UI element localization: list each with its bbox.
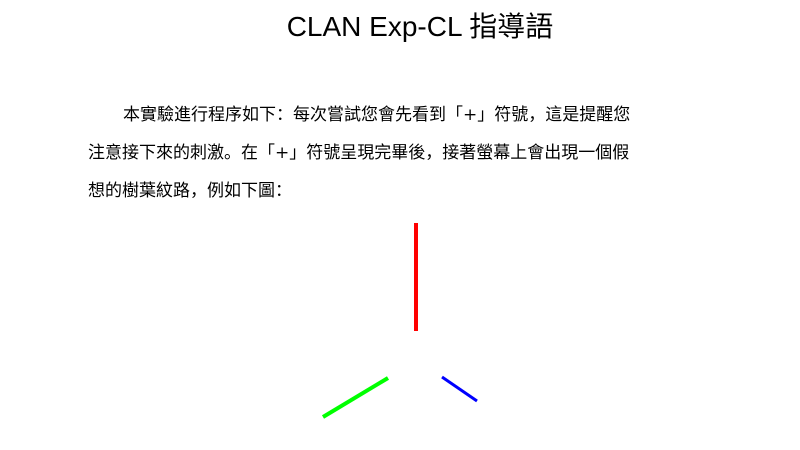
slide-title: CLAN Exp-CL 指導語 xyxy=(286,11,554,42)
instruction-line-2: 注意接下來的刺激。在「+」符號呈現完畢後，接著螢幕上會出現一個假 xyxy=(88,143,630,163)
instruction-text: 本實驗進行程序如下：每次嘗試您會先看到「+」符號，這是提醒您 注意接下來的刺激。… xyxy=(88,96,718,210)
green-line xyxy=(321,376,390,419)
leaf-pattern-figure xyxy=(321,223,478,419)
blue-line xyxy=(441,375,478,403)
slide: CLAN Exp-CL 指導語 本實驗進行程序如下：每次嘗試您會先看到「+」符號… xyxy=(0,0,800,450)
instruction-line-3: 想的樹葉紋路，例如下圖： xyxy=(88,181,292,201)
instruction-line-1: 本實驗進行程序如下：每次嘗試您會先看到「+」符號，這是提醒您 xyxy=(123,105,631,125)
